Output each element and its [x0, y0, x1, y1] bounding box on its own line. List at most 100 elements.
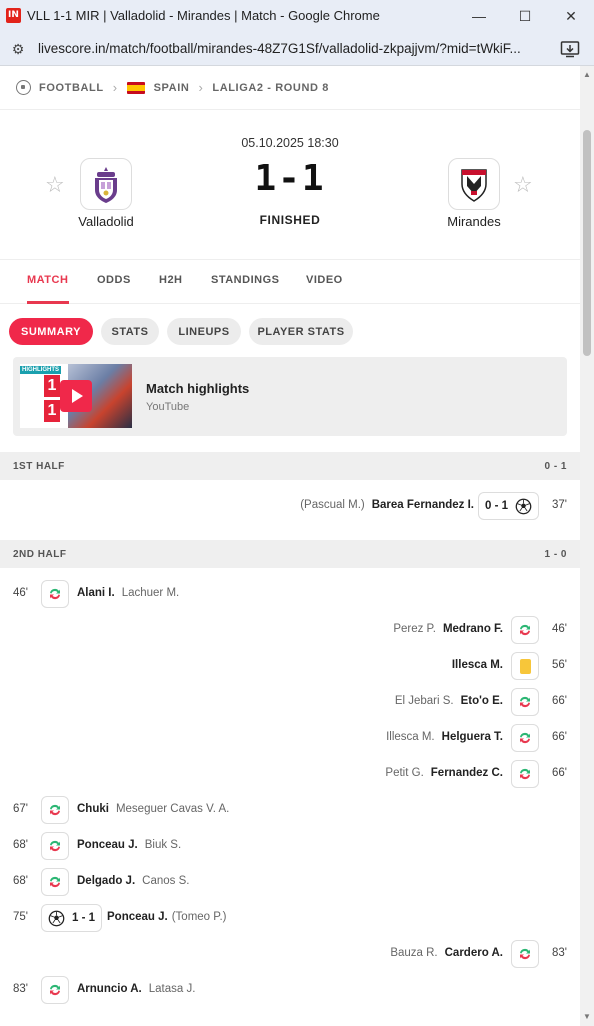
player-in[interactable]: Chuki [77, 803, 109, 815]
scroll-up-icon[interactable]: ▲ [583, 70, 591, 79]
tab-odds[interactable]: ODDS [97, 274, 131, 286]
event-substitution: 83' Arnuncio A. Latasa J. [0, 972, 580, 1008]
breadcrumb-league[interactable]: LALIGA2 - ROUND 8 [212, 82, 329, 94]
breadcrumb-country[interactable]: SPAIN [154, 82, 190, 94]
goal-score: 0 - 1 [484, 500, 508, 512]
substitution-icon [511, 940, 539, 968]
site-settings-icon[interactable]: ⚙ [8, 39, 28, 59]
player-in[interactable]: Medrano F. [443, 623, 503, 635]
highlights-thumbnail[interactable]: HIGHLIGHTS 1 1 [20, 364, 132, 428]
event-substitution: Illesca M. Helguera T. 66' [0, 720, 580, 756]
goal-scorer[interactable]: Ponceau J. [107, 911, 168, 923]
subtab-player-stats[interactable]: PLAYER STATS [249, 318, 353, 345]
player-in[interactable]: Ponceau J. [77, 839, 138, 851]
player-in[interactable]: Arnuncio A. [77, 983, 142, 995]
window-title: VLL 1-1 MIR | Valladolid - Mirandes | Ma… [27, 8, 380, 23]
tab-standings[interactable]: STANDINGS [211, 274, 279, 286]
url-text[interactable]: livescore.in/match/football/mirandes-48Z… [38, 41, 546, 56]
goal-scorer[interactable]: Barea Fernandez I. [372, 499, 474, 511]
player-out[interactable]: El Jebari S. [395, 695, 454, 707]
app-logo-icon: IN [6, 8, 21, 23]
maximize-icon[interactable]: ☐ [502, 0, 548, 32]
event-substitution: Bauza R. Cardero A. 83' [0, 936, 580, 972]
player-in[interactable]: Alani I. [77, 587, 115, 599]
breadcrumb-sport[interactable]: FOOTBALL [39, 82, 104, 94]
spain-flag-icon [126, 81, 145, 94]
match-highlights-card[interactable]: HIGHLIGHTS 1 1 Match highlights YouTube [13, 357, 567, 436]
tab-h2h[interactable]: H2H [159, 274, 183, 286]
event-minute: 83' [13, 983, 28, 995]
window-titlebar: IN VLL 1-1 MIR | Valladolid - Mirandes |… [0, 0, 594, 32]
player-out[interactable]: Canos S. [142, 875, 189, 887]
tab-match[interactable]: MATCH [27, 274, 68, 286]
event-minute: 68' [13, 839, 28, 851]
active-tab-indicator [27, 301, 69, 304]
tab-video[interactable]: VIDEO [306, 274, 343, 286]
event-minute: 66' [552, 695, 567, 707]
event-minute: 66' [552, 731, 567, 743]
event-substitution: 67' Chuki Meseguer Cavas V. A. [0, 792, 580, 828]
player-out[interactable]: Lachuer M. [122, 587, 180, 599]
player-in[interactable]: Helguera T. [442, 731, 503, 743]
second-half-header: 2ND HALF 1 - 0 [0, 540, 580, 568]
vertical-scrollbar[interactable]: ▲ ▼ [580, 66, 594, 1026]
scrollbar-thumb[interactable] [583, 130, 591, 356]
event-text: Alani I. Lachuer M. [77, 587, 179, 599]
event-text: Ponceau J. (Tomeo P.) [107, 911, 226, 923]
event-substitution: Petit G. Fernandez C. 66' [0, 756, 580, 792]
favorite-away-star-icon[interactable]: ☆ [513, 172, 533, 198]
highlights-source: YouTube [146, 401, 190, 413]
close-icon[interactable]: ✕ [548, 0, 594, 32]
player-out[interactable]: Biuk S. [145, 839, 181, 851]
event-substitution: Perez P. Medrano F. 46' [0, 612, 580, 648]
subtab-lineups[interactable]: LINEUPS [167, 318, 241, 345]
event-text: Delgado J. Canos S. [77, 875, 189, 887]
goal-score-box: 1 - 1 [41, 904, 103, 932]
away-team-name[interactable]: Mirandes [414, 214, 534, 229]
play-icon[interactable] [60, 380, 92, 412]
event-text: Arnuncio A. Latasa J. [77, 983, 195, 995]
player-out[interactable]: Bauza R. [390, 947, 437, 959]
scroll-down-icon[interactable]: ▼ [583, 1012, 591, 1021]
event-minute: 37' [552, 499, 567, 511]
player-in[interactable]: Eto'o E. [461, 695, 503, 707]
address-bar[interactable]: ⚙ livescore.in/match/football/mirandes-4… [0, 32, 594, 66]
second-half-score: 1 - 0 [544, 549, 567, 560]
substitution-icon [41, 832, 69, 860]
player-in[interactable]: Cardero A. [445, 947, 503, 959]
event-text: (Pascual M.) Barea Fernandez I. [300, 499, 474, 511]
player-in[interactable]: Fernandez C. [431, 767, 503, 779]
minimize-icon[interactable]: — [456, 0, 502, 32]
event-minute: 67' [13, 803, 28, 815]
substitution-icon [511, 724, 539, 752]
subtab-stats[interactable]: STATS [101, 318, 159, 345]
event-text: Illesca M. Helguera T. [386, 731, 503, 743]
assist-player[interactable]: (Tomeo P.) [172, 911, 227, 923]
booked-player[interactable]: Illesca M. [452, 659, 503, 671]
soccer-ball-icon [48, 910, 65, 926]
highlights-title[interactable]: Match highlights [146, 381, 249, 396]
mirandes-crest-icon [461, 169, 487, 202]
install-app-icon[interactable] [560, 40, 580, 58]
player-out[interactable]: Petit G. [385, 767, 423, 779]
substitution-icon [41, 868, 69, 896]
event-text: Bauza R. Cardero A. [390, 947, 503, 959]
event-substitution: 68' Delgado J. Canos S. [0, 864, 580, 900]
chevron-right-icon: › [112, 80, 118, 95]
player-in[interactable]: Delgado J. [77, 875, 135, 887]
goal-score: 1 - 1 [72, 912, 96, 924]
player-out[interactable]: Illesca M. [386, 731, 435, 743]
assist-player[interactable]: (Pascual M.) [300, 499, 365, 511]
away-team-logo[interactable] [448, 158, 500, 210]
highlights-tag: HIGHLIGHTS [20, 366, 61, 374]
breadcrumb: FOOTBALL › SPAIN › LALIGA2 - ROUND 8 [0, 66, 580, 110]
event-minute: 46' [552, 623, 567, 635]
event-minute: 46' [13, 587, 28, 599]
page-content: FOOTBALL › SPAIN › LALIGA2 - ROUND 8 ☆ V… [0, 66, 580, 1026]
player-out[interactable]: Meseguer Cavas V. A. [116, 803, 229, 815]
substitution-icon [41, 796, 69, 824]
player-out[interactable]: Perez P. [393, 623, 436, 635]
subtab-summary[interactable]: SUMMARY [9, 318, 93, 345]
player-out[interactable]: Latasa J. [149, 983, 196, 995]
substitution-icon [511, 760, 539, 788]
